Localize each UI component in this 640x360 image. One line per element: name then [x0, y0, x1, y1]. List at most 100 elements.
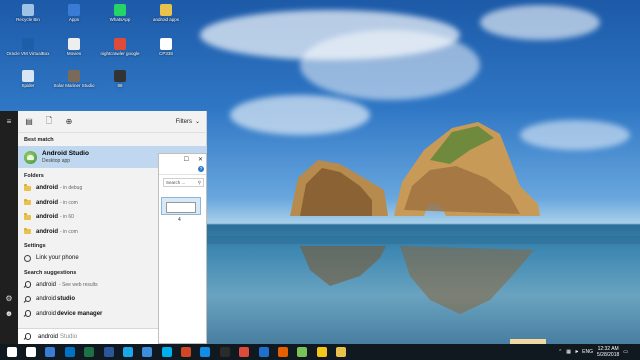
explorer-search-placeholder: Search ... — [166, 180, 186, 185]
desktop-icon-glyph — [22, 4, 34, 16]
folder-name: android — [36, 228, 58, 235]
filters-label: Filters — [175, 118, 192, 125]
excel-icon[interactable] — [84, 347, 95, 357]
desktop-icon-label: 88 — [117, 83, 123, 88]
chevron-up-icon[interactable]: ⌃ — [558, 349, 562, 355]
web-icon[interactable]: ⊕ — [64, 117, 74, 127]
desktop-icon-glyph — [114, 38, 126, 50]
folder-location: - in debug — [60, 185, 83, 192]
suggestion-prefix: android — [36, 296, 57, 303]
folder-location: - in com — [60, 228, 78, 235]
clock-date: 5/28/2018 — [597, 352, 620, 358]
desktop-icon[interactable]: Solar Mariner Studio — [52, 70, 96, 88]
search-icon: ⚲ — [197, 179, 201, 185]
desktop-icon-glyph — [68, 70, 80, 82]
suggestion-bold: device manager — [57, 310, 103, 317]
folder-name: android — [36, 199, 58, 206]
search-icon[interactable] — [26, 347, 37, 357]
explorer-search-field[interactable]: Search ... ⚲ — [163, 178, 204, 187]
item-count: 4 — [178, 217, 181, 223]
edge-icon[interactable] — [258, 347, 269, 357]
outlook-icon[interactable] — [64, 347, 75, 357]
close-icon[interactable]: ✕ — [198, 156, 203, 163]
desktop-icon-glyph — [68, 38, 80, 50]
file-explorer-window: ☐ ✕ ? Search ... ⚲ 4 — [158, 153, 207, 344]
volume-icon[interactable]: 🕪 — [575, 349, 578, 355]
taskbar: ⌃ ▦ 🕪 ENG 12:32 AM 5/28/2018 ▭ — [0, 344, 640, 360]
filters-button[interactable]: Filters ⌄ — [175, 118, 200, 126]
desktop-icon-label: Spider — [21, 83, 35, 88]
teamviewer-icon[interactable] — [200, 347, 211, 357]
desktop-icon-label: Apps — [68, 17, 80, 22]
best-match-type: Desktop app — [42, 158, 71, 164]
documents-icon[interactable]: 🗋 — [44, 116, 54, 127]
suggestion-prefix: android — [36, 310, 57, 317]
user-icon[interactable]: ☻ — [3, 309, 15, 319]
chrome-icon[interactable] — [239, 347, 250, 357]
file-explorer-icon[interactable] — [336, 347, 347, 357]
network-icon[interactable]: ▦ — [566, 349, 571, 355]
desktop-icon-label: Solar Mariner Studio — [53, 83, 95, 88]
best-match-header: Best match — [24, 137, 54, 143]
desktop-icon[interactable]: android apps — [144, 4, 188, 22]
camera-icon[interactable] — [219, 347, 230, 357]
suggestion-suffix: - See web results — [59, 281, 98, 288]
search-autocomplete-text: Studio — [60, 333, 78, 340]
help-icon[interactable]: ? — [198, 166, 204, 172]
hamburger-icon[interactable]: ≡ — [3, 117, 15, 127]
desktop-icon-glyph — [22, 38, 34, 50]
desktop-icon-glyph — [160, 38, 172, 50]
maximize-icon[interactable]: ☐ — [184, 156, 189, 163]
suggestion-bold: studio — [57, 296, 76, 303]
search-icon — [24, 310, 31, 317]
maps-icon[interactable] — [142, 347, 153, 357]
desktop-icon-label: Recycle Bin — [16, 17, 40, 22]
action-center-icon[interactable]: ▭ — [623, 349, 628, 355]
android-studio-icon[interactable] — [297, 347, 308, 357]
android-studio-icon — [24, 150, 37, 164]
desktop-icon-glyph — [114, 70, 126, 82]
file-thumbnail[interactable] — [161, 197, 201, 215]
desktop-icon-label: CP338 — [159, 51, 173, 56]
desktop-icon[interactable]: 88 — [98, 70, 142, 88]
search-typed-text: android — [38, 333, 59, 340]
folder-icon — [24, 198, 31, 206]
powerpoint-icon[interactable] — [181, 347, 192, 357]
desktop-icon[interactable]: Apps — [52, 4, 96, 22]
sticky-notes-icon[interactable] — [316, 347, 327, 357]
suggestion-prefix: android — [36, 281, 57, 288]
chevron-down-icon: ⌄ — [194, 119, 200, 125]
desktop-icon[interactable]: Recycle Bin — [6, 4, 50, 22]
clock[interactable]: 12:32 AM 5/28/2018 — [597, 346, 619, 358]
all-results-icon[interactable]: ▤ — [24, 117, 34, 127]
desktop-icon-glyph — [22, 70, 34, 82]
search-icon — [24, 295, 31, 303]
language-indicator[interactable]: ENG — [582, 349, 593, 355]
word-icon[interactable] — [103, 347, 114, 357]
desktop-icon-label: Movies — [66, 51, 82, 56]
desktop-icon[interactable]: nightcrawler google — [98, 38, 142, 56]
firefox-icon[interactable] — [277, 347, 288, 357]
desktop-icon[interactable]: CP338 — [144, 38, 188, 56]
folder-icon — [24, 227, 31, 235]
desktop-icon[interactable]: Oracle VM VirtualBox — [6, 38, 50, 56]
window-titlebar: ☐ ✕ — [159, 154, 206, 165]
task-view-icon[interactable] — [45, 347, 56, 357]
app-icon[interactable] — [122, 347, 133, 357]
desktop-icon[interactable]: WhatsApp — [98, 4, 142, 22]
search-icon — [24, 281, 31, 288]
search-icon — [24, 333, 31, 340]
start-icon[interactable] — [6, 347, 17, 357]
desktop-icon-label: Oracle VM VirtualBox — [6, 51, 50, 56]
desktop-icon-label: nightcrawler google — [100, 51, 140, 56]
ribbon: ? — [159, 165, 206, 175]
skype-icon[interactable] — [161, 347, 172, 357]
desktop-icon[interactable]: Movies — [52, 38, 96, 56]
desktop-icon[interactable]: Spider — [6, 70, 50, 88]
gear-icon[interactable]: ⚙ — [3, 294, 15, 304]
folder-name: android — [36, 185, 58, 192]
desktop-icon-label: WhatsApp — [109, 17, 131, 22]
system-tray: ⌃ ▦ 🕪 ENG 12:32 AM 5/28/2018 ▭ — [558, 344, 640, 360]
start-menu-rail: ≡ ⚙ ☻ — [0, 111, 18, 344]
search-scope-bar: ▤ 🗋 ⊕ Filters ⌄ — [18, 111, 206, 133]
